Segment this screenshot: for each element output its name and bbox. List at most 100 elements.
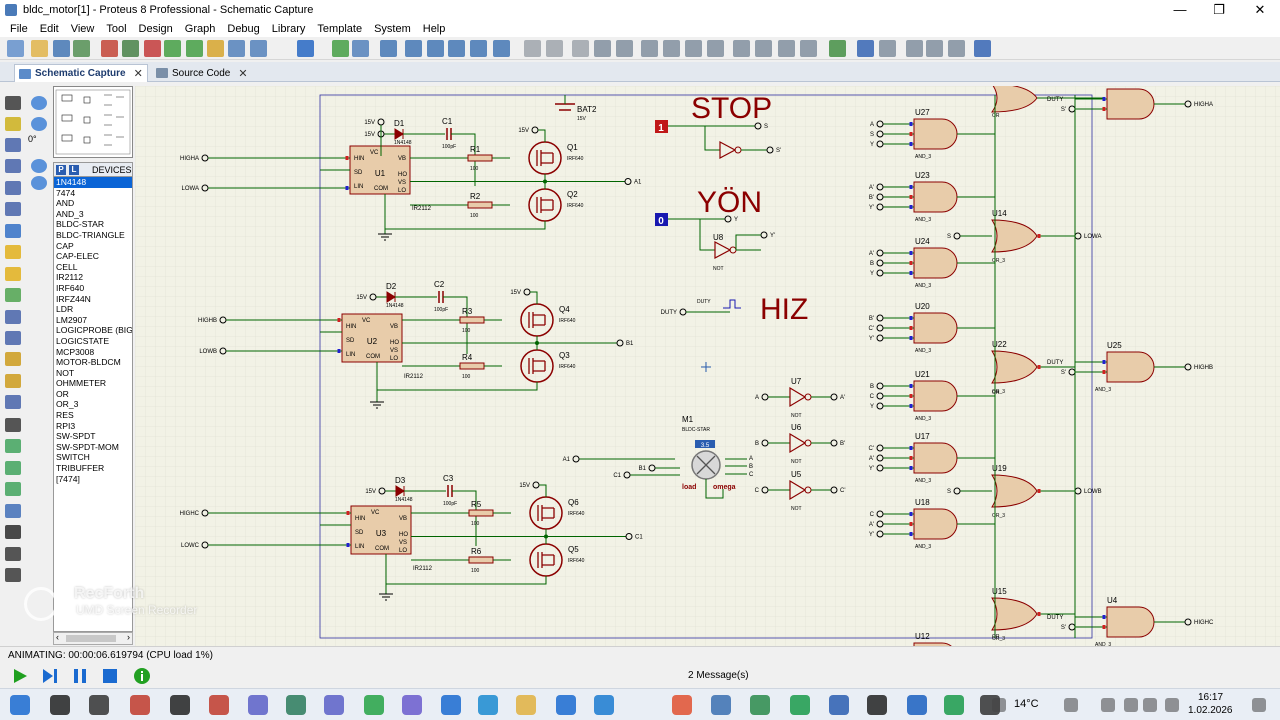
symbol-icon[interactable] [5,547,21,561]
3d-view-icon[interactable] [186,40,203,57]
pcb-icon[interactable] [144,40,161,57]
current-probe-icon[interactable] [5,374,21,388]
component-mode-icon[interactable] [5,117,21,131]
device-item[interactable]: NOT [54,368,132,379]
device-item[interactable]: RES [54,410,132,421]
device-item[interactable]: AND [54,198,132,209]
zoom-in-icon[interactable] [427,40,444,57]
teams-icon[interactable] [248,695,268,715]
device-item[interactable]: SW-SPDT [54,431,132,442]
ltspice-icon[interactable] [711,695,731,715]
screenshot-app-icon[interactable] [286,695,306,715]
copy-icon[interactable] [594,40,611,57]
junction-dot-icon[interactable] [5,138,21,152]
proteus-icon[interactable] [829,695,849,715]
battery-icon[interactable] [1165,698,1179,712]
devices-list[interactable]: 1N4148 7474 AND AND_3 BLDC-STAR BLDC-TRIANGLE… [53,177,133,632]
zoom-out-icon[interactable] [448,40,465,57]
terminal-icon[interactable] [170,695,190,715]
tape-recorder-icon[interactable] [5,310,21,324]
help-icon[interactable] [297,40,314,57]
block-rotate-icon[interactable] [685,40,702,57]
grid-icon[interactable] [352,40,369,57]
arc-icon[interactable] [5,482,21,496]
search-tag-icon[interactable] [857,40,874,57]
clock-date[interactable]: 1.02.2026 [1188,705,1233,716]
menu-debug[interactable]: Debug [221,23,265,35]
pdf-icon[interactable] [672,695,692,715]
terminals-icon[interactable] [5,245,21,259]
rotate-ccw-icon[interactable] [31,117,47,131]
device-item[interactable]: RPI3 [54,421,132,432]
whatsapp-icon[interactable] [364,695,384,715]
store-icon[interactable] [441,695,461,715]
vscode-icon[interactable] [594,695,614,715]
menu-graph[interactable]: Graph [179,23,222,35]
device-item[interactable]: BLDC-STAR [54,219,132,230]
library-manager-button[interactable]: L [69,164,79,175]
pan-icon[interactable] [405,40,422,57]
stop-icon[interactable] [101,667,119,685]
copilot-icon[interactable] [402,695,422,715]
scroll-left-icon[interactable]: ‹ [56,632,59,642]
pick-devices-button[interactable]: P [56,164,66,175]
overview-window[interactable] [53,86,133,158]
home-icon[interactable] [101,40,118,57]
new-file-icon[interactable] [7,40,24,57]
undo-icon[interactable] [524,40,541,57]
paste-icon[interactable] [616,40,633,57]
line-icon[interactable] [5,418,21,432]
netlist-icon[interactable] [974,40,991,57]
property-assign-icon[interactable] [879,40,896,57]
bom-icon[interactable] [207,40,224,57]
play-icon[interactable] [11,667,29,685]
scroll-thumb[interactable] [66,635,116,642]
volume-icon[interactable] [1143,698,1157,712]
edge-icon[interactable] [478,695,498,715]
chat-icon[interactable] [324,695,344,715]
clock-time[interactable]: 16:17 [1198,692,1223,703]
gerber-icon[interactable] [164,40,181,57]
remove-sheet-icon[interactable] [926,40,943,57]
circle-icon[interactable] [5,461,21,475]
outlook-icon[interactable] [556,695,576,715]
text-script-icon[interactable] [5,181,21,195]
device-item[interactable]: LDR [54,304,132,315]
menu-edit[interactable]: Edit [34,23,65,35]
pause-icon[interactable] [71,667,89,685]
voltage-probe-icon[interactable] [5,352,21,366]
block-copy-icon[interactable] [641,40,658,57]
device-item[interactable]: OR [54,389,132,400]
autocad-icon[interactable] [130,695,150,715]
maximize-button[interactable]: ❐ [1199,0,1239,20]
solidworks-icon[interactable] [209,695,229,715]
marker-icon[interactable] [5,568,21,582]
rotate-cw-icon[interactable] [31,96,47,110]
redo-icon[interactable] [546,40,563,57]
wire-autorouter-icon[interactable] [829,40,846,57]
schematic-icon[interactable] [122,40,139,57]
device-item[interactable]: IRFZ44N [54,294,132,305]
menu-design[interactable]: Design [133,23,179,35]
tab-source-code[interactable]: Source Code ✕ [152,64,252,82]
device-item[interactable]: BLDC-TRIANGLE [54,230,132,241]
tab-close-icon[interactable]: ✕ [238,67,247,80]
device-item[interactable]: IR2112 [54,272,132,283]
block-move-icon[interactable] [663,40,680,57]
drive-icon[interactable] [750,695,770,715]
text-icon[interactable] [5,525,21,539]
device-item[interactable]: MOTOR-BLDCM [54,357,132,368]
box-icon[interactable] [5,439,21,453]
schematic-canvas[interactable]: U1 IR2112 HIN SD LIN VC COM VB HO VS LO HIGHA LOWA 15… [135,86,1280,646]
subcircuit-icon[interactable] [5,224,21,238]
menu-system[interactable]: System [368,23,417,35]
chevron-up-icon[interactable] [1064,698,1078,712]
task-view-icon[interactable] [89,695,109,715]
search-icon[interactable] [50,695,70,715]
weather-temperature[interactable]: 14°C [1014,698,1039,710]
tab-close-icon[interactable]: ✕ [134,67,143,80]
file-explorer-icon[interactable] [516,695,536,715]
device-item[interactable]: CAP-ELEC [54,251,132,262]
device-item[interactable]: CELL [54,262,132,273]
vsm-studio-icon[interactable] [250,40,267,57]
